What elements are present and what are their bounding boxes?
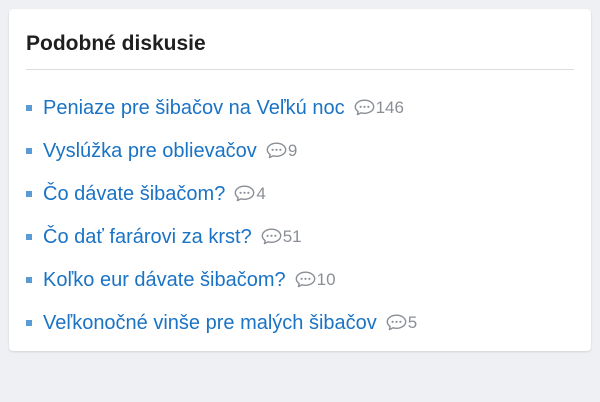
- similar-discussions-card: Podobné diskusie Peniaze pre šibačov na …: [9, 9, 591, 351]
- comment-count-value: 4: [256, 183, 266, 203]
- discussion-link[interactable]: Peniaze pre šibačov na Veľkú noc: [43, 96, 345, 120]
- bullet-icon: [26, 276, 32, 283]
- comment-count: 5: [386, 313, 417, 333]
- discussion-link[interactable]: Koľko eur dávate šibačom?: [43, 268, 286, 292]
- discussion-link[interactable]: Čo dať farárovi za krst?: [43, 225, 252, 249]
- bullet-icon: [26, 190, 32, 197]
- list-item: Čo dať farárovi za krst? 51: [26, 215, 417, 258]
- comment-count-value: 10: [316, 269, 336, 289]
- comment-count: 51: [261, 227, 302, 247]
- speech-bubble-icon: [234, 185, 255, 202]
- comment-count-value: 51: [282, 226, 302, 246]
- card-title: Podobné diskusie: [26, 32, 206, 55]
- comment-count: 146: [354, 98, 404, 118]
- discussion-list: Peniaze pre šibačov na Veľkú noc 146 Vys…: [26, 86, 417, 344]
- comment-count: 9: [266, 141, 297, 161]
- speech-bubble-icon: [266, 142, 287, 159]
- discussion-link[interactable]: Čo dávate šibačom?: [43, 182, 225, 206]
- speech-bubble-icon: [386, 314, 407, 331]
- title-divider: [26, 69, 574, 70]
- speech-bubble-icon: [261, 228, 282, 245]
- list-item: Peniaze pre šibačov na Veľkú noc 146: [26, 86, 417, 129]
- list-item: Koľko eur dávate šibačom? 10: [26, 258, 417, 301]
- bullet-icon: [26, 319, 32, 326]
- discussion-link[interactable]: Vyslúžka pre oblievačov: [43, 139, 257, 163]
- comment-count: 4: [234, 183, 266, 204]
- bullet-icon: [26, 104, 32, 111]
- discussion-link[interactable]: Veľkonočné vinše pre malých šibačov: [43, 311, 377, 335]
- bullet-icon: [26, 233, 32, 240]
- bullet-icon: [26, 147, 32, 154]
- list-item: Čo dávate šibačom? 4: [26, 172, 417, 215]
- speech-bubble-icon: [354, 99, 374, 116]
- list-item: Vyslúžka pre oblievačov 9: [26, 129, 417, 172]
- comment-count-value: 5: [407, 312, 418, 332]
- comment-count-value: 9: [287, 140, 298, 160]
- speech-bubble-icon: [295, 271, 316, 288]
- list-item: Veľkonočné vinše pre malých šibačov 5: [26, 301, 417, 344]
- comment-count: 10: [295, 270, 336, 290]
- comment-count-value: 146: [375, 97, 404, 117]
